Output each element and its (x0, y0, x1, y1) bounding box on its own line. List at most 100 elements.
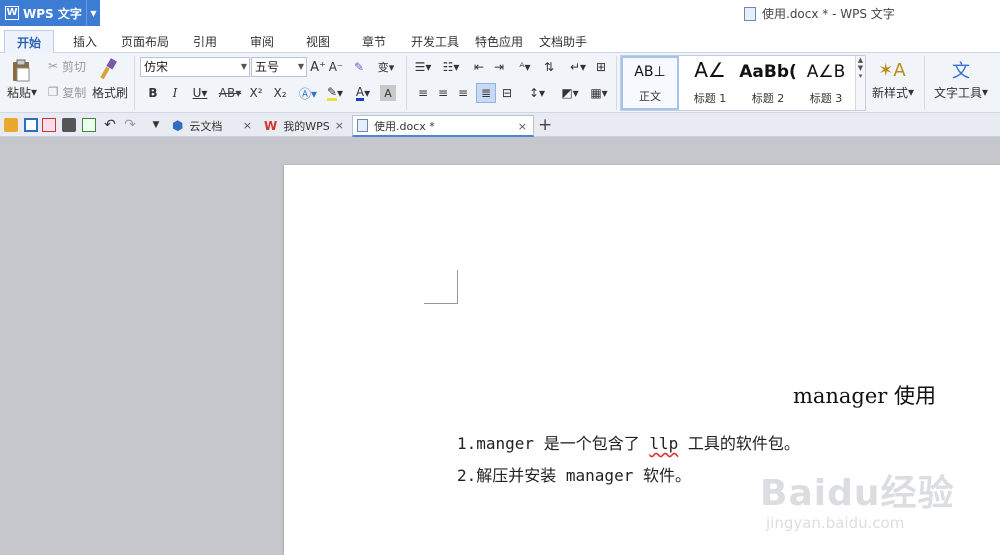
doc-tab-mywps[interactable]: W 我的WPS × (260, 115, 350, 137)
distribute-icon[interactable]: ⊟ (498, 83, 516, 103)
document-paragraph[interactable]: 1.manger 是一个包含了 llp 工具的软件包。 (457, 430, 800, 454)
document-heading[interactable]: manager 使用 (793, 380, 936, 410)
spellcheck-flagged-word[interactable]: llp (649, 434, 678, 453)
style-preview: A∠B (806, 62, 846, 82)
style-label: 正文 (639, 90, 661, 103)
undo-icon[interactable]: ↶ (102, 116, 118, 134)
tab-doc-assistant[interactable]: 文档助手 (534, 30, 592, 53)
table-icon[interactable]: ⊞ (592, 57, 610, 77)
font-family-select[interactable]: 仿宋 ▼ (140, 57, 250, 77)
superscript-button[interactable]: X² (246, 83, 266, 103)
close-icon[interactable]: × (335, 119, 344, 132)
divider (924, 56, 925, 110)
margin-corner-mark (424, 270, 458, 304)
clear-format-icon[interactable]: ✎ (350, 57, 368, 77)
print-preview-icon[interactable] (82, 118, 96, 132)
bullet-list-icon[interactable]: ☰▾ (410, 57, 436, 77)
customize-qat-icon[interactable]: ▼ (146, 116, 166, 134)
numbered-list-icon[interactable]: ☷▾ (438, 57, 464, 77)
format-painter-button[interactable]: 格式刷 (92, 83, 128, 101)
cut-button[interactable]: ✂ 剪切 (44, 57, 90, 75)
new-style-icon[interactable]: ✶A (874, 57, 910, 83)
style-label: 标题 1 (693, 92, 727, 105)
align-center-icon[interactable]: ≡ (434, 83, 452, 103)
shading-icon[interactable]: ◩▾ (556, 83, 584, 103)
new-tab-plus-icon[interactable]: + (538, 115, 552, 135)
window-title: 使用.docx * - WPS 文字 (744, 5, 895, 22)
grow-font-icon[interactable]: A⁺ (310, 57, 326, 77)
border-icon[interactable]: ▦▾ (586, 83, 612, 103)
underline-button[interactable]: U ▾ (188, 83, 212, 103)
tab-insert[interactable]: 插入 (62, 30, 108, 53)
tab-chapter[interactable]: 章节 (352, 30, 396, 53)
sort-icon[interactable]: ⇅ (540, 57, 558, 77)
tab-developer[interactable]: 开发工具 (406, 30, 464, 53)
strikethrough-button[interactable]: AB ▾ (216, 83, 244, 103)
doc-tab-cloud[interactable]: ⬢ 云文档 × (168, 115, 258, 137)
doc-tab-active[interactable]: 使用.docx * × (352, 115, 534, 137)
window-title-text: 使用.docx * - WPS 文字 (762, 7, 895, 21)
paragraph-text: 工具的软件包。 (678, 434, 800, 453)
font-color-icon[interactable]: A ▾ (350, 83, 376, 103)
pdf-export-icon[interactable] (42, 118, 56, 132)
increase-indent-icon[interactable]: ⇥ (490, 57, 508, 77)
print-icon[interactable] (62, 118, 76, 132)
styles-scroll[interactable]: ▲ ▼ ▾ (855, 56, 865, 110)
close-icon[interactable]: × (243, 119, 252, 132)
document-paragraph[interactable]: 2.解压并安装 manager 软件。 (457, 462, 691, 486)
copy-button[interactable]: ❐ 复制 (44, 83, 90, 101)
tab-review[interactable]: 审阅 (240, 30, 284, 53)
shrink-font-icon[interactable]: A⁻ (328, 57, 344, 77)
new-style-label: 新样式 (871, 85, 908, 100)
paragraph-text: 1.manger 是一个包含了 (457, 434, 650, 453)
tab-view[interactable]: 视图 (296, 30, 340, 53)
open-folder-icon[interactable] (4, 118, 18, 132)
style-preview: A⁢B⊥ (634, 64, 666, 80)
paste-icon[interactable] (6, 57, 36, 85)
style-heading-2[interactable]: AaBb( 标题 2 (739, 56, 797, 110)
app-menu-button[interactable]: W WPS 文字 ▼ (0, 0, 100, 26)
tab-page-layout[interactable]: 页面布局 (116, 30, 174, 53)
highlight-icon[interactable]: ✎ ▾ (322, 83, 348, 103)
style-heading-3[interactable]: A∠B 标题 3 (797, 56, 855, 110)
pinyin-icon[interactable]: 变▾ (372, 57, 400, 77)
doc-tab-label: 云文档 (189, 120, 223, 133)
chevron-down-icon[interactable]: ▼ (86, 0, 100, 26)
line-spacing-icon[interactable]: ↕▾ (524, 83, 550, 103)
tab-references[interactable]: 引用 (183, 30, 227, 53)
show-marks-icon[interactable]: ↵▾ (566, 57, 590, 77)
style-heading-1[interactable]: A∠ 标题 1 (681, 56, 739, 110)
strike-label: AB (218, 86, 236, 100)
tab-home[interactable]: 开始 (4, 30, 54, 53)
bold-button[interactable]: B (144, 83, 162, 103)
save-icon[interactable] (24, 118, 38, 132)
paste-button[interactable]: 粘贴 ▾ (4, 83, 40, 101)
text-direction-icon[interactable]: ᴬ▾ (512, 57, 538, 77)
close-icon[interactable]: × (518, 120, 527, 133)
char-shading-icon[interactable]: A (380, 85, 396, 101)
style-preview: AaBb( (739, 62, 797, 82)
document-canvas: manager 使用 1.manger 是一个包含了 llp 工具的软件包。 2… (0, 137, 1000, 555)
format-painter-icon[interactable] (96, 56, 122, 82)
document-page[interactable]: manager 使用 1.manger 是一个包含了 llp 工具的软件包。 2… (284, 165, 1000, 555)
wps-logo-icon: W (264, 119, 278, 133)
style-label: 标题 2 (751, 92, 785, 105)
text-effect-icon[interactable]: Ⓐ▾ (296, 83, 320, 103)
font-size-select[interactable]: 五号 ▼ (251, 57, 307, 77)
italic-button[interactable]: I (166, 83, 184, 103)
ribbon-toolbar: 粘贴 ▾ ✂ 剪切 ❐ 复制 格式刷 仿宋 ▼ 五号 ▼ A⁺ A⁻ ✎ 变▾ B I… (0, 53, 1000, 113)
decrease-indent-icon[interactable]: ⇤ (470, 57, 488, 77)
app-name: WPS 文字 (23, 6, 82, 21)
align-left-icon[interactable]: ≡ (414, 83, 432, 103)
redo-icon[interactable]: ↷ (122, 116, 138, 134)
text-tools-icon[interactable]: 文 (946, 57, 976, 83)
new-style-button[interactable]: 新样式 ▾ (868, 83, 918, 101)
style-normal[interactable]: A⁢B⊥ 正文 (621, 56, 679, 110)
subscript-button[interactable]: X₂ (270, 83, 290, 103)
text-tools-button[interactable]: 文字工具 ▾ (930, 83, 992, 101)
align-justify-icon[interactable]: ≣ (476, 83, 496, 103)
align-right-icon[interactable]: ≡ (454, 83, 472, 103)
text-tools-label: 文字工具 (933, 85, 982, 100)
style-label: 标题 3 (809, 92, 843, 105)
tab-special[interactable]: 特色应用 (470, 30, 528, 53)
